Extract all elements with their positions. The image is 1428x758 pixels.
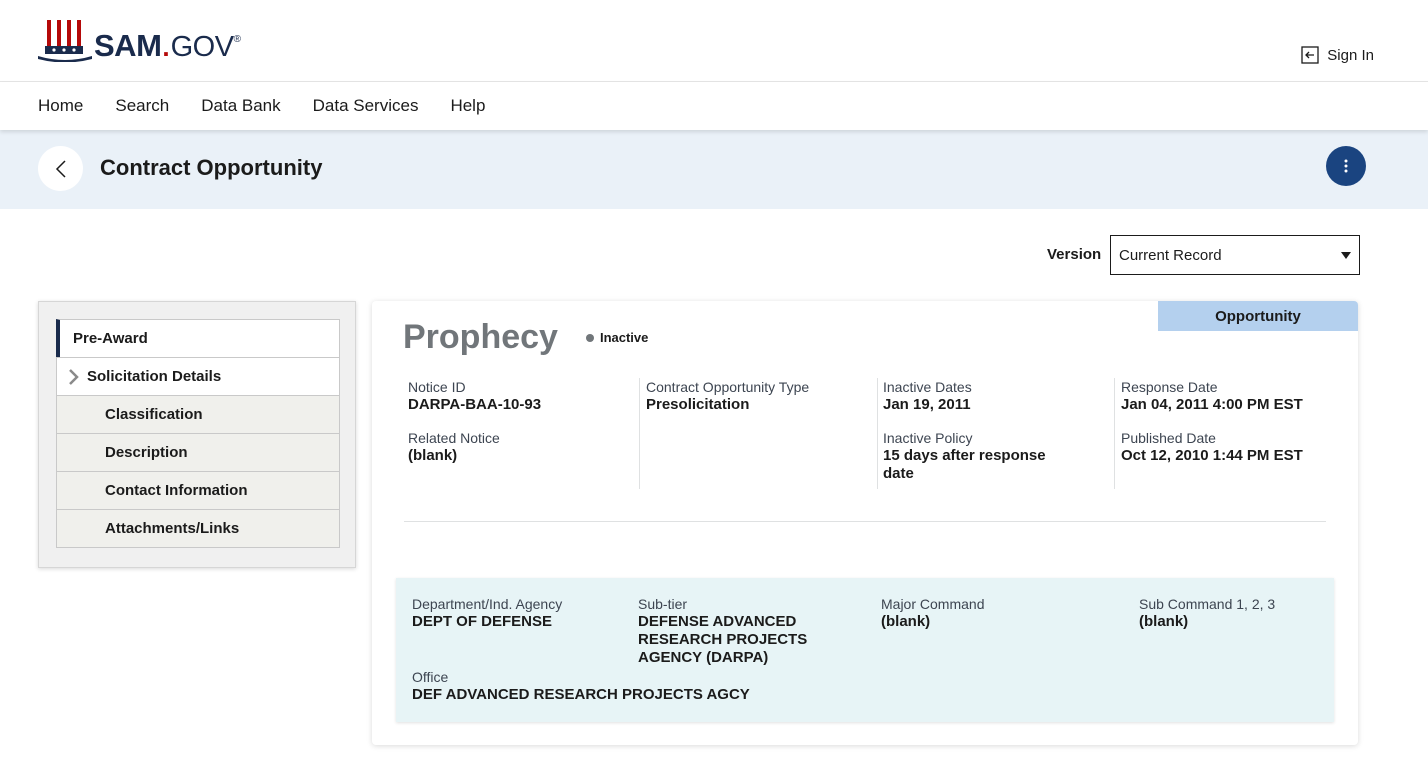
chevron-right-icon [69,368,79,385]
status-dot-icon [585,333,594,342]
status-badge: Inactive [585,330,649,345]
opportunity-type-value: Presolicitation [646,396,750,413]
logo-registered-mark: ® [233,34,241,45]
office-field: Office DEF ADVANCED RESEARCH PROJECTS AG… [412,668,912,719]
sub-command-label: Sub Command 1, 2, 3 [1139,596,1276,612]
nav-search[interactable]: Search [115,96,169,116]
nav-home[interactable]: Home [38,96,83,116]
section-divider [404,521,1326,522]
page-title-band: Contract Opportunity [0,130,1428,209]
nav-data-bank[interactable]: Data Bank [201,96,280,116]
inactive-column: Inactive Dates Jan 19, 2011 Inactive Pol… [878,378,1115,489]
nav-data-services[interactable]: Data Services [313,96,419,116]
more-vertical-icon [1344,159,1348,173]
subtier-label: Sub-tier [638,596,688,612]
logo-wordmark: SAM . GOV ® [94,30,241,62]
notice-id-value: DARPA-BAA-10-93 [408,396,542,413]
version-select[interactable]: Current Record [1110,235,1360,275]
department-value: DEPT OF DEFENSE [412,613,553,630]
notice-id-label: Notice ID [408,379,466,395]
major-command-label: Major Command [881,596,985,612]
major-command-field: Major Command (blank) [881,595,1111,646]
logo-star-dot: . [162,32,170,62]
page-title: Contract Opportunity [100,155,323,180]
subtier-value: DEFENSE ADVANCED RESEARCH PROJECTS AGENC… [638,613,808,666]
opportunity-type-label: Contract Opportunity Type [646,379,810,395]
back-button[interactable] [38,146,83,191]
related-notice-label: Related Notice [408,430,500,446]
sidebar-item-label: Classification [105,406,203,423]
chevron-left-icon [55,159,66,178]
type-column: Contract Opportunity Type Presolicitatio… [641,378,878,489]
inactive-dates-value: Jan 19, 2011 [883,396,971,413]
opportunity-tab[interactable]: Opportunity [1158,301,1358,331]
sam-gov-logo[interactable]: SAM . GOV ® [38,18,241,62]
main-nav: Home Search Data Bank Data Services Help [0,82,1428,130]
opportunity-title: Prophecy [403,318,558,356]
logo-gov-text: GOV [170,31,234,63]
section-sidebar: Pre-Award Solicitation Details Classific… [38,301,356,568]
sidebar-item-label: Description [105,444,188,461]
sidebar-item-label: Pre-Award [73,330,148,347]
inactive-policy-label: Inactive Policy [883,430,973,446]
logo-sam-text: SAM [94,28,162,63]
caret-down-icon [1341,252,1351,259]
more-actions-button[interactable] [1326,146,1366,186]
notice-column: Notice ID DARPA-BAA-10-93 Related Notice… [403,378,640,489]
office-value: DEF ADVANCED RESEARCH PROJECTS AGCY [412,686,750,703]
office-label: Office [412,669,449,685]
department-label: Department/Ind. Agency [412,596,563,612]
sidebar-item-description[interactable]: Description [56,433,340,472]
inactive-policy-value: 15 days after response date [883,447,1046,482]
version-selected-value: Current Record [1119,246,1222,264]
opportunity-card: Opportunity Prophecy Inactive Notice ID … [372,301,1358,745]
inactive-dates-label: Inactive Dates [883,379,972,395]
status-text: Inactive [599,330,649,345]
site-header: SAM . GOV ® Sign In [0,0,1428,82]
published-date-value: Oct 12, 2010 1:44 PM EST [1121,447,1303,464]
uncle-sam-hat-icon [38,20,92,62]
sidebar-item-label: Attachments/Links [105,520,240,537]
sign-in-label: Sign In [1327,46,1374,64]
opportunity-title-row: Prophecy Inactive [403,318,648,357]
sidebar-item-label: Solicitation Details [87,368,222,385]
sidebar-item-attachments-links[interactable]: Attachments/Links [56,509,340,548]
related-notice-value: (blank) [408,447,458,464]
published-date-label: Published Date [1121,430,1216,446]
response-date-label: Response Date [1121,379,1218,395]
agency-info-box: Department/Ind. Agency DEPT OF DEFENSE S… [396,578,1334,722]
sidebar-item-label: Contact Information [105,482,248,499]
sub-command-field: Sub Command 1, 2, 3 (blank) [1139,595,1329,646]
sidebar-item-solicitation-details[interactable]: Solicitation Details [56,357,340,396]
sub-command-value: (blank) [1139,613,1189,630]
sign-in-icon [1301,46,1319,64]
sidebar-item-contact-information[interactable]: Contact Information [56,471,340,510]
department-field: Department/Ind. Agency DEPT OF DEFENSE [412,595,622,646]
nav-help[interactable]: Help [450,96,485,116]
sidebar-item-classification[interactable]: Classification [56,395,340,434]
response-date-value: Jan 04, 2011 4:00 PM EST [1121,396,1303,413]
version-label: Version [1047,246,1102,263]
sign-in-button[interactable]: Sign In [1301,46,1374,64]
sidebar-item-pre-award[interactable]: Pre-Award [56,319,340,358]
dates-column: Response Date Jan 04, 2011 4:00 PM EST P… [1116,378,1353,489]
major-command-value: (blank) [881,613,931,630]
